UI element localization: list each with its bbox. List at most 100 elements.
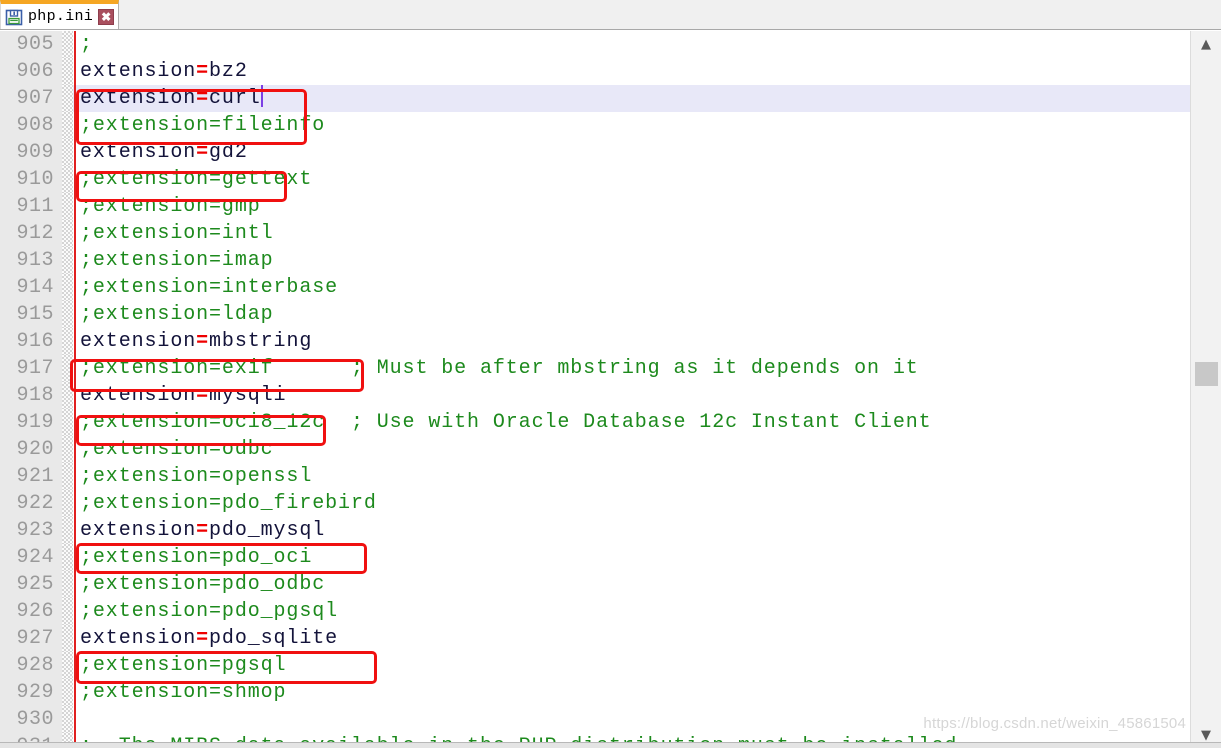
fold-margin[interactable] [62,463,73,490]
code-text[interactable]: ;extension=interbase [80,274,338,301]
fold-margin[interactable] [62,598,73,625]
code-line[interactable]: 925 ;extension=pdo_odbc [0,571,1190,598]
code-text[interactable]: ;extension=odbc [80,436,274,463]
code-text[interactable]: ; [80,31,93,58]
fold-margin[interactable] [62,652,73,679]
fold-margin[interactable] [62,274,73,301]
fold-margin[interactable] [62,85,73,112]
fold-margin[interactable] [62,193,73,220]
fold-margin[interactable] [62,301,73,328]
bookmark-margin-line [74,58,76,85]
token-eq: = [196,330,210,353]
code-text[interactable]: extension=mysqli [80,382,286,409]
code-line[interactable]: 920 ;extension=odbc [0,436,1190,463]
fold-margin[interactable] [62,247,73,274]
code-line[interactable]: 916 extension=mbstring [0,328,1190,355]
code-line[interactable]: 928 ;extension=pgsql [0,652,1190,679]
fold-margin[interactable] [62,436,73,463]
bookmark-margin-line [74,490,76,517]
code-text[interactable]: ;extension=exif ; Must be after mbstring… [80,355,919,382]
code-editor[interactable]: 905; 906 extension=bz2 907 extension=curl 908… [0,31,1221,748]
code-text[interactable]: extension=bz2 [80,58,248,85]
code-text[interactable]: extension=pdo_sqlite [80,625,338,652]
code-line[interactable]: 906 extension=bz2 [0,58,1190,85]
fold-margin[interactable] [62,706,73,733]
code-line[interactable]: 926 ;extension=pdo_pgsql [0,598,1190,625]
fold-margin[interactable] [62,328,73,355]
code-line[interactable]: 909 extension=gd2 [0,139,1190,166]
line-number: 910 [0,166,62,193]
fold-margin[interactable] [62,220,73,247]
code-text[interactable]: ;extension=ldap [80,301,274,328]
code-line[interactable]: 908 ;extension=fileinfo [0,112,1190,139]
chevron-down-icon: ▼ [1201,727,1211,743]
code-line[interactable]: 918 extension=mysqli [0,382,1190,409]
fold-margin[interactable] [62,544,73,571]
code-line[interactable]: 930 [0,706,1190,733]
fold-margin[interactable] [62,625,73,652]
fold-margin[interactable] [62,166,73,193]
code-line[interactable]: 905; [0,31,1190,58]
fold-margin[interactable] [62,382,73,409]
code-text[interactable]: ;extension=pdo_oci [80,544,312,571]
code-line[interactable]: 914 ;extension=interbase [0,274,1190,301]
code-text[interactable]: ;extension=openssl [80,463,312,490]
line-number: 922 [0,490,62,517]
code-line[interactable]: 915 ;extension=ldap [0,301,1190,328]
vertical-scrollbar[interactable]: ▲ ▼ [1190,31,1221,748]
fold-margin[interactable] [62,31,73,58]
code-text[interactable]: ;extension=oci8_12c ; Use with Oracle Da… [80,409,932,436]
code-text[interactable]: ;extension=gettext [80,166,312,193]
code-text[interactable]: ;extension=pdo_pgsql [80,598,338,625]
code-text[interactable]: extension=pdo_mysql [80,517,325,544]
fold-margin[interactable] [62,139,73,166]
code-text[interactable]: ;extension=fileinfo [80,112,325,139]
code-line[interactable]: 911 ;extension=gmp [0,193,1190,220]
code-text[interactable]: extension=gd2 [80,139,248,166]
code-text[interactable]: ;extension=pdo_firebird [80,490,377,517]
code-lines-container[interactable]: 905; 906 extension=bz2 907 extension=curl 908… [0,31,1190,744]
code-text[interactable]: ;extension=pgsql [80,652,286,679]
code-line[interactable]: 927 extension=pdo_sqlite [0,625,1190,652]
token-comment: ; [80,33,93,56]
fold-margin[interactable] [62,490,73,517]
bookmark-margin-line [74,598,76,625]
token-comment: ;extension=openssl [80,465,313,488]
code-line[interactable]: 929 ;extension=shmop [0,679,1190,706]
scrollbar-thumb[interactable] [1195,362,1218,386]
code-text[interactable]: ;extension=shmop [80,679,286,706]
fold-margin[interactable] [62,355,73,382]
fold-margin[interactable] [62,112,73,139]
scroll-up-button[interactable]: ▲ [1191,31,1221,57]
code-line[interactable]: 924 ;extension=pdo_oci [0,544,1190,571]
fold-margin[interactable] [62,571,73,598]
token-eq: = [196,384,210,407]
code-text[interactable]: ;extension=intl [80,220,274,247]
fold-margin[interactable] [62,409,73,436]
code-line[interactable]: 910 ;extension=gettext [0,166,1190,193]
token-val: mysqli [209,384,287,407]
token-comment: ;extension=pdo_firebird [80,492,377,515]
code-line[interactable]: 913 ;extension=imap [0,247,1190,274]
line-number: 930 [0,706,62,733]
code-text[interactable]: extension=mbstring [80,328,312,355]
fold-margin[interactable] [62,58,73,85]
code-line[interactable]: 907 extension=curl [0,85,1190,112]
token-comment: ;extension=oci8_12c ; Use with Oracle Da… [80,411,932,434]
floppy-disk-icon [5,9,23,25]
code-text[interactable]: ;extension=imap [80,247,274,274]
bookmark-margin-line [74,247,76,274]
code-text[interactable]: ;extension=pdo_odbc [80,571,325,598]
code-text[interactable]: extension=curl [80,85,263,112]
code-line[interactable]: 922 ;extension=pdo_firebird [0,490,1190,517]
code-line[interactable]: 912 ;extension=intl [0,220,1190,247]
code-line[interactable]: 921 ;extension=openssl [0,463,1190,490]
code-line[interactable]: 917 ;extension=exif ; Must be after mbstr… [0,355,1190,382]
close-icon[interactable]: ✖ [98,8,115,25]
fold-margin[interactable] [62,517,73,544]
code-line[interactable]: 923 extension=pdo_mysql [0,517,1190,544]
code-line[interactable]: 919 ;extension=oci8_12c ; Use with Oracle… [0,409,1190,436]
code-text[interactable]: ;extension=gmp [80,193,261,220]
tab-php-ini[interactable]: php.ini ✖ [0,0,120,29]
fold-margin[interactable] [62,679,73,706]
